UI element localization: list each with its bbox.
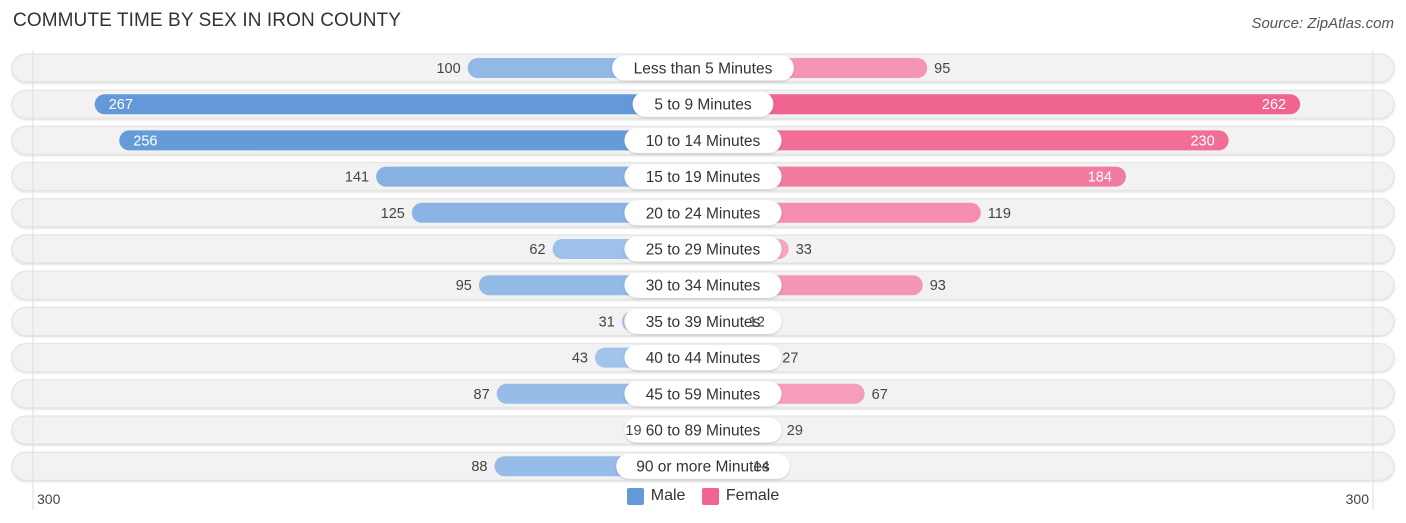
legend-label-male: Male: [650, 487, 686, 504]
legend-swatch-female: [701, 487, 719, 505]
value-label-female: 230: [1190, 133, 1214, 149]
value-label-female: 14: [753, 459, 769, 475]
category-label: 15 to 19 Minutes: [646, 169, 761, 186]
category-label: 45 to 59 Minutes: [646, 386, 761, 403]
value-label-male: 88: [471, 459, 487, 475]
bar-row: 25 to 29 Minutes 62 33: [11, 234, 1395, 264]
value-label-female: 95: [934, 61, 950, 77]
bar-row: 60 to 89 Minutes 19 29: [11, 415, 1395, 445]
bar-row: 10 to 14 Minutes 256 230: [11, 125, 1395, 155]
category-label: 30 to 34 Minutes: [646, 278, 761, 295]
value-label-male: 100: [436, 61, 460, 77]
value-label-female: 29: [787, 423, 803, 439]
value-label-male: 31: [599, 314, 615, 330]
legend-item-male[interactable]: Male: [626, 487, 686, 505]
value-label-male: 43: [572, 351, 588, 367]
bar-female: [691, 94, 1301, 115]
value-label-female: 67: [872, 387, 888, 403]
value-label-male: 256: [133, 133, 157, 149]
legend-swatch-male: [626, 487, 644, 505]
bar-row: 15 to 19 Minutes 141 184: [11, 162, 1395, 192]
value-label-female: 27: [782, 351, 798, 367]
value-label-female: 12: [749, 314, 765, 330]
bar-row: 5 to 9 Minutes 267 262: [11, 89, 1395, 119]
value-label-female: 184: [1088, 170, 1112, 186]
legend-item-female[interactable]: Female: [701, 487, 780, 505]
value-label-male: 95: [456, 278, 472, 294]
category-label: 40 to 44 Minutes: [646, 350, 761, 367]
value-label-male: 87: [474, 387, 490, 403]
value-label-male: 19: [625, 423, 641, 439]
category-label: 10 to 14 Minutes: [646, 133, 761, 150]
category-label: 60 to 89 Minutes: [646, 423, 761, 440]
value-label-male: 62: [529, 242, 545, 258]
category-label: 20 to 24 Minutes: [646, 205, 761, 222]
legend: Male Female: [0, 487, 1406, 510]
value-label-female: 33: [796, 242, 812, 258]
value-label-female: 93: [930, 278, 946, 294]
chart-plot: Less than 5 Minutes 100 95 5 to 9 Minutes 26…: [11, 50, 1395, 510]
category-label: Less than 5 Minutes: [634, 61, 773, 78]
bar-row: Less than 5 Minutes 100 95: [11, 53, 1395, 83]
bar-row: 90 or more Minutes 88 14: [11, 451, 1395, 481]
bar-row: 30 to 34 Minutes 95 93: [11, 270, 1395, 300]
category-label: 5 to 9 Minutes: [654, 97, 752, 114]
value-label-male: 267: [109, 97, 133, 113]
category-label: 35 to 39 Minutes: [646, 314, 761, 331]
bar-male: [94, 94, 715, 115]
bar-row: 35 to 39 Minutes 31 12: [11, 306, 1395, 336]
value-label-male: 125: [381, 206, 405, 222]
category-label: 90 or more Minutes: [636, 459, 770, 476]
value-label-female: 262: [1262, 97, 1286, 113]
legend-label-female: Female: [725, 487, 780, 504]
value-label-female: 119: [988, 206, 1011, 222]
bar-row: 20 to 24 Minutes 125 119: [11, 198, 1395, 228]
value-label-male: 141: [345, 170, 369, 186]
bar-row: 40 to 44 Minutes 43 27: [11, 343, 1395, 373]
bar-row: 45 to 59 Minutes 87 67: [11, 379, 1395, 409]
category-label: 25 to 29 Minutes: [646, 242, 761, 259]
